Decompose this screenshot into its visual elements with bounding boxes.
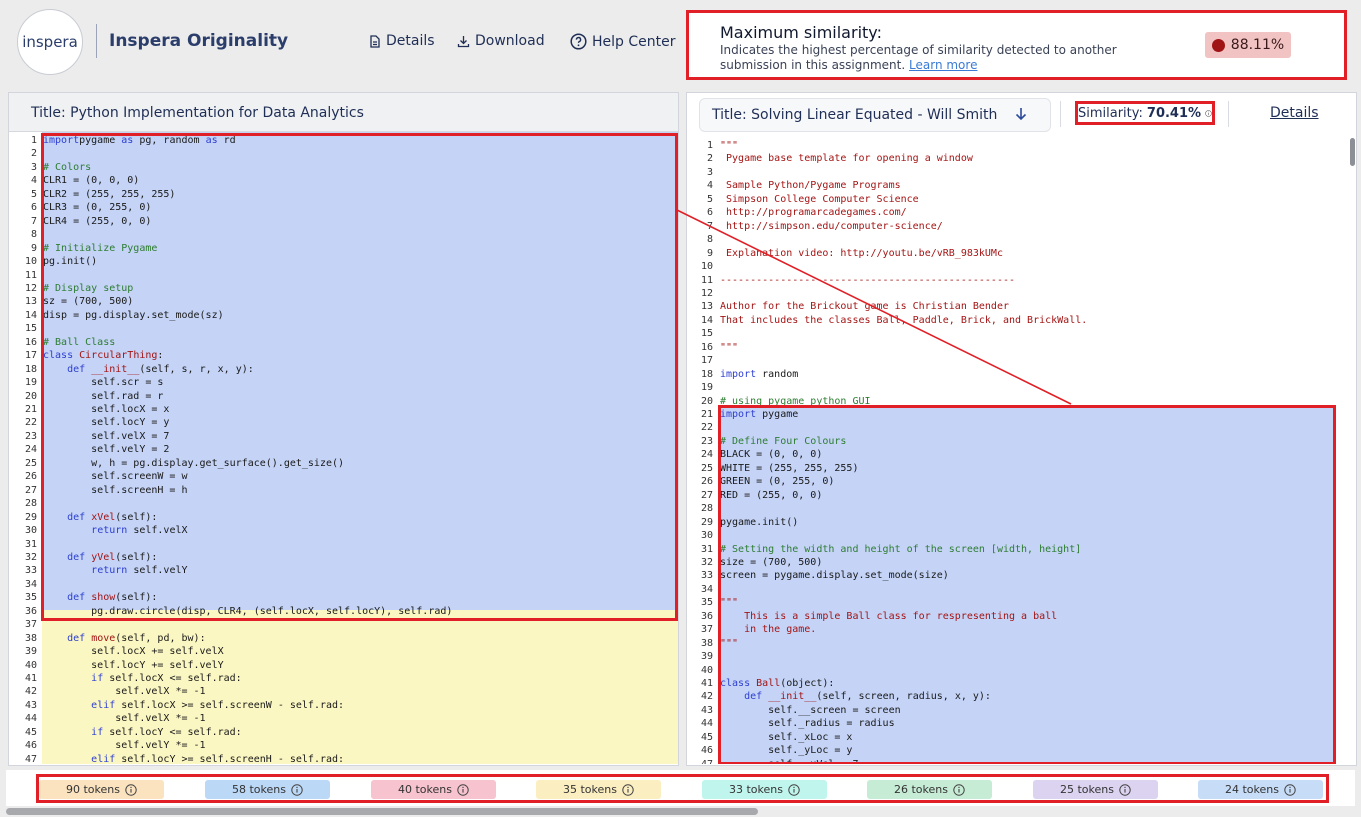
token-chip[interactable]: 35 tokens [536,780,661,799]
info-icon [622,783,634,796]
info-icon [291,783,303,796]
info-icon [1119,783,1131,796]
info-icon [457,783,469,796]
selected-match-frame [718,405,1336,764]
token-chip-label: 40 tokens [398,783,452,796]
token-chip-label: 25 tokens [1060,783,1114,796]
info-icon [953,783,965,796]
info-icon [788,783,800,796]
horizontal-scrollbar[interactable] [6,808,758,815]
token-chip-label: 26 tokens [894,783,948,796]
token-chip[interactable]: 26 tokens [867,780,992,799]
token-chip-label: 24 tokens [1225,783,1279,796]
token-chip[interactable]: 25 tokens [1033,780,1158,799]
token-chip[interactable]: 24 tokens [1198,780,1323,799]
token-chip[interactable]: 40 tokens [371,780,496,799]
token-chip[interactable]: 90 tokens [39,780,164,799]
token-chip-label: 58 tokens [232,783,286,796]
info-icon [1284,783,1296,796]
token-chip-label: 90 tokens [66,783,120,796]
selected-match-frame [41,133,678,621]
token-chip[interactable]: 33 tokens [702,780,827,799]
token-chip-label: 35 tokens [563,783,617,796]
info-icon [125,783,137,796]
token-chip[interactable]: 58 tokens [205,780,330,799]
token-chip-label: 33 tokens [729,783,783,796]
